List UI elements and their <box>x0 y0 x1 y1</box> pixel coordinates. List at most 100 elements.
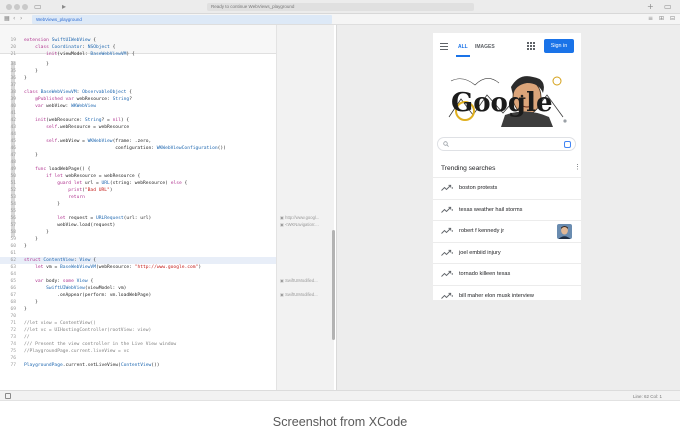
result-value[interactable]: ▣ SwiftUIModified... <box>280 278 318 283</box>
forward-icon[interactable]: › <box>20 14 22 24</box>
code-line[interactable]: 43 self.webResource = webResource <box>0 124 276 131</box>
hamburger-menu-icon[interactable] <box>440 43 448 51</box>
line-number: 41 <box>10 111 16 116</box>
minimize-window-button[interactable] <box>14 4 20 10</box>
code-line[interactable]: 70 <box>0 313 276 320</box>
code-line[interactable]: 65 var body: some View { <box>0 278 276 285</box>
add-icon[interactable]: + <box>647 2 654 12</box>
code-line[interactable]: 44 <box>0 131 276 138</box>
code-line[interactable]: 64 <box>0 271 276 278</box>
trending-item[interactable]: robert f kennedy jr <box>433 220 581 241</box>
code-line[interactable]: 21 init(viewModel: BaseWebViewVM) { <box>0 51 276 58</box>
code-line[interactable]: 37 <box>0 82 276 89</box>
code-line[interactable]: 47 } <box>0 152 276 159</box>
code-line[interactable]: 20 class Coordinator: NSObject { <box>0 44 276 51</box>
tab-all[interactable]: ALL <box>458 44 468 50</box>
code-line[interactable]: 45 self.webView = WKWebView(frame: .zero… <box>0 138 276 145</box>
google-lens-icon[interactable] <box>564 141 571 148</box>
code-line[interactable]: 68 } <box>0 299 276 306</box>
add-editor-icon[interactable]: ⊞ <box>659 14 664 24</box>
code-line[interactable]: 69} <box>0 306 276 313</box>
trending-item[interactable]: texas weather hail storms <box>433 198 581 220</box>
back-icon[interactable]: ‹ <box>13 14 15 24</box>
code-line[interactable]: 41 <box>0 110 276 117</box>
trending-item[interactable]: bill maher elon musk interview <box>433 284 581 301</box>
code-line[interactable]: 48 <box>0 159 276 166</box>
code-line[interactable]: 74 /// Present the view controller in the… <box>0 341 276 348</box>
code-line[interactable]: 35 } <box>0 68 276 75</box>
sign-in-button[interactable]: Sign in <box>544 39 574 53</box>
code-line[interactable]: 71 //let view = ContentView() <box>0 320 276 327</box>
playground-file-tab[interactable]: WebViews_playground <box>32 15 332 24</box>
line-number: 65 <box>10 279 16 284</box>
code-line[interactable]: 40 var webView: WKWebView <box>0 103 276 110</box>
adjust-editor-icon[interactable]: ≡ <box>648 14 653 24</box>
line-number: 35 <box>10 69 16 74</box>
code-line[interactable]: 51 guard let url = URL(string: webResour… <box>0 180 276 187</box>
show-debug-area-icon[interactable] <box>5 393 11 399</box>
line-number: 58 <box>10 230 16 235</box>
zoom-window-button[interactable] <box>22 4 28 10</box>
line-number: 37 <box>10 83 16 88</box>
code-line[interactable]: 63 let vm = BaseWebViewVM(webResource: "… <box>0 264 276 271</box>
trending-item[interactable]: boston protests <box>433 177 581 198</box>
google-page[interactable]: ALL IMAGES Sign in Google Trending searc… <box>433 33 581 300</box>
result-value[interactable]: ▣ http://www.googl... <box>280 215 319 220</box>
more-options-icon[interactable]: ⋮ <box>574 164 581 172</box>
sidebar-toggle-icon[interactable]: ▭ <box>34 2 42 12</box>
code-line[interactable]: 19 extension SwiftUIWebView { <box>0 37 276 44</box>
line-number: 77 <box>10 363 16 368</box>
xcode-window: ▭ ▸ Ready to continue WebViews_playgroun… <box>0 0 680 401</box>
code-line[interactable]: 60} <box>0 243 276 250</box>
code-line[interactable]: 58 } <box>0 229 276 236</box>
code-line[interactable]: 38 class BaseWebViewVM: ObservableObject … <box>0 89 276 96</box>
code-line[interactable]: 72 //let vc = UIHostingController(rootVie… <box>0 327 276 334</box>
code-line[interactable]: 34 } <box>0 61 276 68</box>
line-number: 45 <box>10 139 16 144</box>
line-code: init(webResource: String? = nil) { <box>35 118 130 123</box>
split-editor-icon[interactable]: ⊟ <box>670 14 675 24</box>
line-number: 62 <box>10 258 16 263</box>
code-line[interactable]: 76 <box>0 355 276 362</box>
trending-item[interactable]: joel embiid injury <box>433 241 581 263</box>
line-number: 44 <box>10 132 16 137</box>
grid-icon[interactable]: ▦ <box>4 14 10 24</box>
trending-item[interactable]: tornado killeen texas <box>433 263 581 284</box>
code-line[interactable]: 50 if let webResource = webResource { <box>0 173 276 180</box>
code-line[interactable]: 42 init(webResource: String? = nil) { <box>0 117 276 124</box>
title-bar: ▭ ▸ Ready to continue WebViews_playgroun… <box>0 0 680 14</box>
code-line[interactable]: 62 struct ContentView: View { <box>0 257 276 264</box>
line-number: 75 <box>10 349 16 354</box>
code-line[interactable]: 67 .onAppear(perform: vm.loadWebPage) <box>0 292 276 299</box>
editor-scrollbar[interactable] <box>332 230 335 340</box>
code-line[interactable]: 57 webView.load(request) <box>0 222 276 229</box>
google-doodle[interactable]: Google <box>443 71 569 127</box>
close-window-button[interactable] <box>6 4 12 10</box>
code-line[interactable]: 53 return <box>0 194 276 201</box>
code-line[interactable]: 39 @Published var webResource: String? <box>0 96 276 103</box>
code-line[interactable]: 46 configuration: WKWebViewConfiguration… <box>0 145 276 152</box>
code-line[interactable]: 73 // <box>0 334 276 341</box>
code-line[interactable]: 49 func loadWebPage() { <box>0 166 276 173</box>
run-icon[interactable]: ▸ <box>62 2 66 12</box>
code-line[interactable]: 66 SwiftUIWebView(viewModel: vm) <box>0 285 276 292</box>
code-line[interactable]: 59 } <box>0 236 276 243</box>
code-line[interactable]: 56 let request = URLRequest(url: url) <box>0 215 276 222</box>
result-value[interactable]: ▣ SwiftUIModified... <box>280 292 318 297</box>
code-line[interactable]: 61 <box>0 250 276 257</box>
code-line[interactable]: 75 //PlaygroundPage.current.liveView = vc <box>0 348 276 355</box>
inspector-toggle-icon[interactable]: ▭ <box>664 2 672 12</box>
line-number: 76 <box>10 356 16 361</box>
trending-label: bill maher elon musk interview <box>459 292 534 299</box>
tab-images[interactable]: IMAGES <box>475 44 495 50</box>
code-line[interactable]: 54 } <box>0 201 276 208</box>
search-input[interactable] <box>437 137 576 151</box>
source-lines[interactable]: 19 extension SwiftUIWebView {20 class Coo… <box>0 25 276 390</box>
code-editor[interactable]: 19 extension SwiftUIWebView {20 class Coo… <box>0 25 336 390</box>
code-line[interactable]: 52 print("Bad URL") <box>0 187 276 194</box>
apps-grid-icon[interactable] <box>527 42 535 50</box>
code-line[interactable]: 55 <box>0 208 276 215</box>
code-line[interactable]: 77 PlaygroundPage.current.setLiveView(Con… <box>0 362 276 369</box>
code-line[interactable]: 36} <box>0 75 276 82</box>
result-value[interactable]: ▣ <WKNavigation:... <box>280 222 319 227</box>
